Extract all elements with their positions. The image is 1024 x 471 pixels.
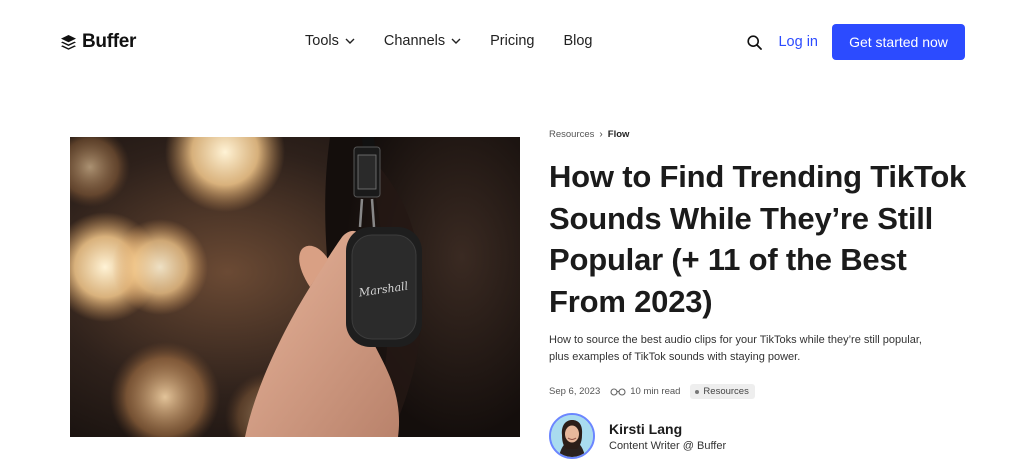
nav-item-pricing[interactable]: Pricing — [490, 33, 534, 49]
nav-item-tools[interactable]: Tools — [305, 33, 355, 49]
login-link[interactable]: Log in — [778, 34, 818, 50]
read-time: 10 min read — [610, 386, 680, 397]
hero-image: Marshall — [70, 137, 520, 437]
nav-item-blog[interactable]: Blog — [563, 33, 592, 49]
chevron-right-icon: › — [599, 129, 603, 140]
author-role: Content Writer @ Buffer — [609, 439, 727, 452]
search-icon[interactable] — [747, 34, 763, 50]
logo-text: Buffer — [82, 31, 137, 52]
breadcrumb-item-flow[interactable]: Flow — [608, 129, 630, 140]
nav-item-label: Blog — [563, 33, 593, 49]
nav-item-label: Channels — [383, 33, 446, 49]
chevron-down-icon — [345, 38, 355, 44]
buffer-logo[interactable]: Buffer — [60, 31, 136, 53]
avatar[interactable] — [549, 413, 595, 459]
nav-item-label: Tools — [305, 33, 339, 49]
read-time-label: 10 min read — [630, 386, 681, 397]
article-title: How to Find Trending TikTok Sounds While… — [549, 159, 967, 319]
category-badge-label: Resources — [703, 386, 749, 397]
nav-item-label: Pricing — [490, 33, 535, 49]
get-started-button[interactable]: Get started now — [832, 24, 965, 60]
chevron-down-icon — [451, 38, 461, 44]
article-header: Resources › Flow How to Find Trending Ti… — [549, 129, 969, 459]
author-name[interactable]: Kirsti Lang — [609, 421, 726, 437]
nav-item-channels[interactable]: Channels — [384, 33, 461, 49]
publish-date: Sep 6, 2023 — [549, 386, 601, 397]
article-subtitle: How to source the best audio clips for y… — [549, 334, 922, 363]
article-meta: Sep 6, 2023 10 min read Resources — [549, 384, 969, 399]
buffer-stack-icon — [61, 34, 76, 50]
main-nav: Tools Channels Pricing Blog — [305, 33, 621, 49]
header-actions: Log in Get started now — [747, 24, 965, 60]
badge-dot — [695, 389, 700, 394]
breadcrumb-item-resources[interactable]: Resources — [549, 129, 594, 140]
author-block[interactable]: Kirsti Lang Content Writer @ Buffer — [549, 413, 969, 459]
breadcrumb: Resources › Flow — [549, 129, 969, 140]
site-header: Buffer Tools Channels Pricing Blog Log i… — [0, 0, 1024, 84]
glasses-icon — [610, 387, 626, 396]
author-info: Kirsti Lang Content Writer @ Buffer — [609, 421, 726, 452]
category-badge[interactable]: Resources — [690, 384, 755, 399]
